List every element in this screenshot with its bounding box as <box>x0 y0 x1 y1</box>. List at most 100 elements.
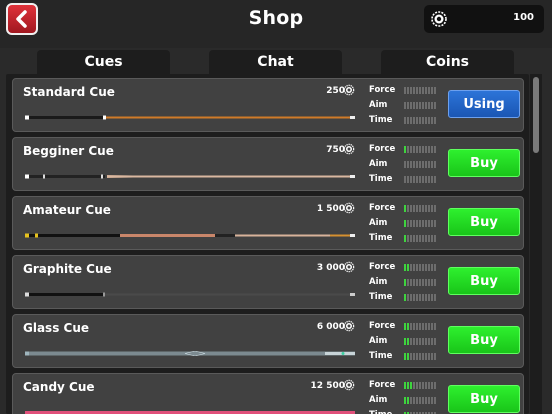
scrollbar[interactable] <box>530 74 542 414</box>
stat-segment <box>419 382 421 389</box>
stat-segment <box>407 117 409 124</box>
stat-segment <box>410 353 412 360</box>
stat-segment <box>425 161 427 168</box>
stat-segment <box>422 235 424 242</box>
stat-segment <box>407 323 409 330</box>
stat-segment <box>428 235 430 242</box>
cue-price: 3 000 <box>316 263 345 273</box>
coin-icon <box>343 379 355 391</box>
stat-segment <box>419 323 421 330</box>
buy-button[interactable]: Buy <box>448 385 520 413</box>
stat-segment <box>416 146 418 153</box>
stat-segment <box>434 146 436 153</box>
cue-name: Graphite Cue <box>23 262 112 276</box>
cue-row[interactable]: Standard Cue 250 Force Aim Time Using <box>12 78 524 132</box>
stat-segment <box>419 264 421 271</box>
cue-row[interactable]: Glass Cue 6 000 Force Aim Time Buy <box>12 314 524 368</box>
stat-segment <box>434 338 436 345</box>
stat-segment <box>422 279 424 286</box>
coin-balance[interactable]: 100 <box>424 5 544 33</box>
stat-segment <box>422 205 424 212</box>
time-bar <box>404 353 436 360</box>
cue-price: 1 500 <box>316 204 345 214</box>
stat-label-aim: Aim <box>369 218 388 228</box>
stat-segment <box>404 235 406 242</box>
scroll-thumb[interactable] <box>533 77 539 153</box>
stat-segment <box>404 264 406 271</box>
stat-segment <box>425 87 427 94</box>
stat-segment <box>434 235 436 242</box>
buy-button[interactable]: Buy <box>448 208 520 236</box>
stat-segment <box>416 102 418 109</box>
cue-price: 12 500 <box>310 381 345 391</box>
stat-segment <box>404 102 406 109</box>
stat-segment <box>404 279 406 286</box>
tab-cues[interactable]: Cues <box>37 50 170 74</box>
force-bar <box>404 323 436 330</box>
stat-segment <box>431 353 433 360</box>
buy-button[interactable]: Buy <box>448 149 520 177</box>
stat-segment <box>416 279 418 286</box>
stat-segment <box>407 102 409 109</box>
cue-row[interactable]: Candy Cue 12 500 Force Aim Time Buy <box>12 373 524 414</box>
tab-chat[interactable]: Chat <box>209 50 342 74</box>
stat-segment <box>425 176 427 183</box>
buy-button[interactable]: Buy <box>448 267 520 295</box>
cue-stats: Force Aim Time <box>369 84 459 129</box>
time-bar <box>404 294 436 301</box>
stat-segment <box>407 397 409 404</box>
stat-segment <box>434 102 436 109</box>
stat-segment <box>425 220 427 227</box>
stat-segment <box>416 353 418 360</box>
stat-segment <box>413 323 415 330</box>
coin-icon <box>431 11 447 27</box>
stat-segment <box>422 338 424 345</box>
stat-segment <box>422 294 424 301</box>
cue-list[interactable]: Standard Cue 250 Force Aim Time Using Begginer… <box>6 74 529 414</box>
stat-segment <box>413 220 415 227</box>
stat-segment <box>431 146 433 153</box>
cue-image <box>25 292 355 297</box>
cue-image <box>25 233 355 238</box>
using-button[interactable]: Using <box>448 90 520 118</box>
stat-segment <box>422 146 424 153</box>
cue-row[interactable]: Amateur Cue 1 500 Force Aim Time Buy <box>12 196 524 250</box>
cue-name: Glass Cue <box>23 321 90 335</box>
aim-bar <box>404 397 436 404</box>
stat-label-force: Force <box>369 262 396 272</box>
stat-segment <box>413 161 415 168</box>
stat-segment <box>404 294 406 301</box>
stat-segment <box>407 338 409 345</box>
stat-label-aim: Aim <box>369 159 388 169</box>
buy-button[interactable]: Buy <box>448 326 520 354</box>
tab-coins[interactable]: Coins <box>381 50 514 74</box>
stat-segment <box>428 146 430 153</box>
stat-label-time: Time <box>369 410 392 414</box>
stat-segment <box>428 353 430 360</box>
stat-segment <box>413 87 415 94</box>
stat-label-force: Force <box>369 380 396 390</box>
stat-label-aim: Aim <box>369 277 388 287</box>
stat-segment <box>410 382 412 389</box>
stat-segment <box>413 264 415 271</box>
stat-segment <box>431 279 433 286</box>
stat-segment <box>410 235 412 242</box>
stat-segment <box>419 220 421 227</box>
stat-segment <box>425 397 427 404</box>
stat-segment <box>413 117 415 124</box>
stat-segment <box>434 264 436 271</box>
stat-segment <box>434 220 436 227</box>
stat-segment <box>407 176 409 183</box>
stat-segment <box>422 176 424 183</box>
stat-segment <box>410 397 412 404</box>
stat-segment <box>434 176 436 183</box>
force-bar <box>404 146 436 153</box>
stat-segment <box>416 87 418 94</box>
cue-row[interactable]: Graphite Cue 3 000 Force Aim Time Buy <box>12 255 524 309</box>
stat-segment <box>428 205 430 212</box>
stat-segment <box>422 382 424 389</box>
stat-segment <box>407 279 409 286</box>
cue-row[interactable]: Begginer Cue 750 Force Aim Time Buy <box>12 137 524 191</box>
stat-segment <box>410 264 412 271</box>
stat-segment <box>428 279 430 286</box>
